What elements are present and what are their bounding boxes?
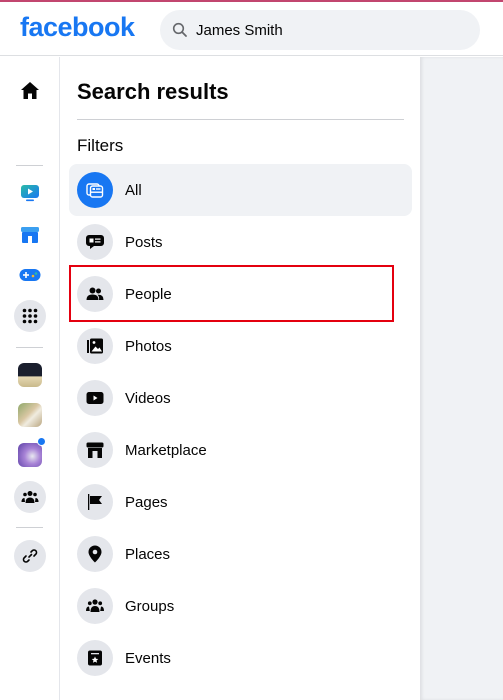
search-results-panel: Search results Filters All Posts People … (61, 57, 420, 700)
page-title: Search results (77, 79, 229, 104)
groups-icon (21, 491, 39, 503)
filter-label: People (125, 285, 172, 303)
home-button[interactable] (14, 75, 46, 107)
left-navigation-rail (0, 57, 60, 700)
title-divider (77, 119, 404, 120)
shortcut-3[interactable] (14, 437, 46, 471)
marketplace-icon (77, 432, 113, 468)
filter-label: Photos (125, 337, 172, 355)
shortcut-thumbnail (18, 403, 42, 427)
watch-button[interactable] (14, 177, 46, 209)
posts-icon (77, 224, 113, 260)
shortcut-thumbnail (18, 443, 42, 467)
filter-people[interactable]: People (69, 268, 412, 320)
top-header: facebook James Smith (0, 2, 503, 56)
filter-label: Events (125, 649, 171, 667)
filter-label: Places (125, 545, 171, 563)
search-value: James Smith (196, 21, 283, 39)
facebook-logo[interactable]: facebook (20, 12, 135, 43)
pages-icon (77, 484, 113, 520)
watch-icon (21, 185, 39, 202)
filter-label: Videos (125, 389, 171, 407)
menu-button[interactable] (14, 300, 46, 332)
shortcut-2[interactable] (14, 399, 46, 431)
events-icon (77, 640, 113, 676)
filter-posts[interactable]: Posts (69, 216, 412, 268)
gaming-button[interactable] (14, 259, 46, 291)
filter-photos[interactable]: Photos (69, 320, 412, 372)
filter-label: Marketplace (125, 441, 207, 459)
rail-divider (16, 347, 43, 348)
marketplace-icon (21, 227, 39, 243)
people-icon (77, 276, 113, 312)
filter-events[interactable]: Events (69, 632, 412, 684)
filter-marketplace[interactable]: Marketplace (69, 424, 412, 476)
marketplace-button[interactable] (14, 219, 46, 251)
filter-all[interactable]: All (69, 164, 412, 216)
grid-menu-icon (22, 308, 38, 324)
link-button[interactable] (14, 540, 46, 572)
videos-icon (77, 380, 113, 416)
filter-groups[interactable]: Groups (69, 580, 412, 632)
filter-label: Pages (125, 493, 168, 511)
shortcut-1[interactable] (14, 359, 46, 391)
filter-videos[interactable]: Videos (69, 372, 412, 424)
filter-pages[interactable]: Pages (69, 476, 412, 528)
search-input[interactable]: James Smith (160, 10, 480, 50)
gaming-icon (19, 269, 41, 281)
places-icon (77, 536, 113, 572)
home-icon (21, 82, 39, 99)
filter-label: Groups (125, 597, 175, 615)
filter-places[interactable]: Places (69, 528, 412, 580)
all-icon (77, 172, 113, 208)
rail-divider (16, 165, 43, 166)
filters-heading: Filters (77, 136, 124, 155)
link-icon (22, 549, 38, 563)
photos-icon (77, 328, 113, 364)
filter-label: Posts (125, 233, 163, 251)
groups-icon (77, 588, 113, 624)
groups-button[interactable] (14, 481, 46, 513)
filter-label: All (125, 181, 142, 199)
rail-divider (16, 527, 43, 528)
shortcut-thumbnail (18, 363, 42, 387)
notification-dot (37, 437, 46, 446)
results-content-area (420, 57, 503, 700)
search-icon (172, 22, 187, 37)
